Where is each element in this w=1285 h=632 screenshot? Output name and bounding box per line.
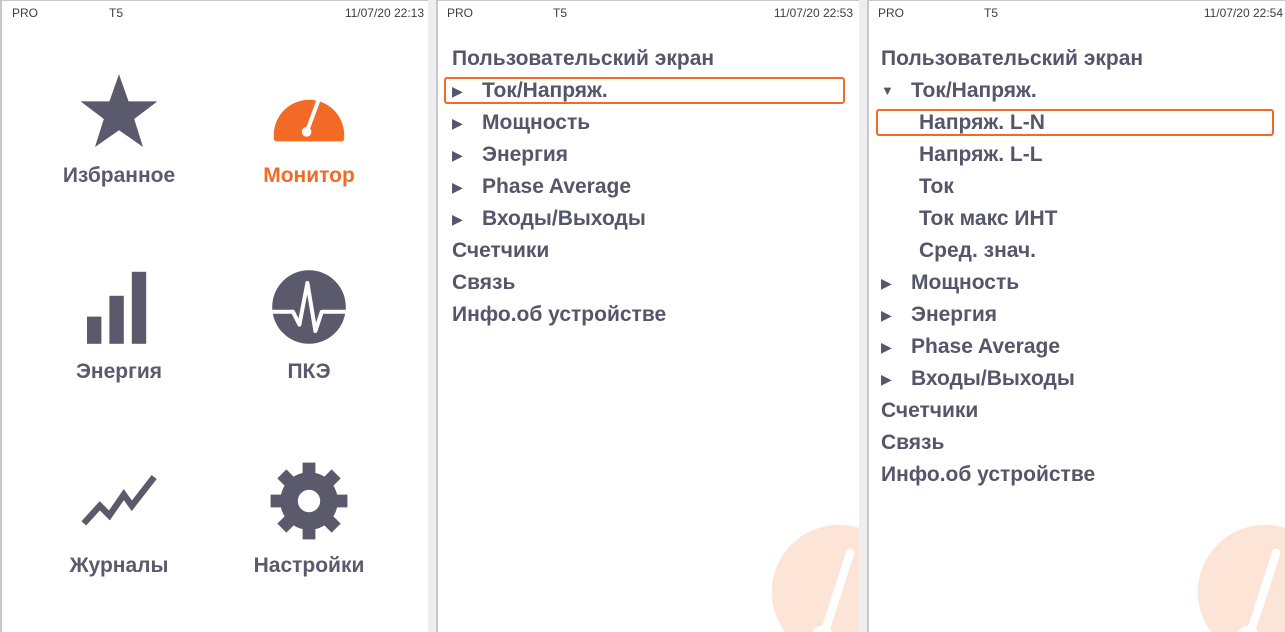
tile-label: Настройки [253, 554, 365, 577]
panel-divider [428, 0, 436, 632]
expand-right-icon: ▶ [452, 211, 463, 227]
menu-item-label: Связь [452, 271, 516, 294]
submenu-item-averages[interactable]: Сред. знач. [869, 235, 1285, 267]
menu-item-label: Ток/Напряж. [911, 79, 1037, 102]
menu-item-communication[interactable]: Связь [869, 427, 1285, 459]
menu-header: Пользовательский экран [438, 43, 859, 75]
tile-energy[interactable]: Энергия [24, 259, 214, 384]
collapse-down-icon: ▼ [881, 83, 894, 98]
bar-chart-icon [24, 259, 214, 354]
menu-item-device-info[interactable]: Инфо.об устройстве [438, 299, 859, 331]
submenu-item-voltage-ln[interactable]: Напряж. L-N [869, 107, 1285, 139]
menu-item-label: Инфо.об устройстве [881, 463, 1096, 486]
expand-right-icon: ▶ [881, 339, 892, 355]
menu-item-label: Входы/Выходы [482, 207, 646, 230]
menu-item-energy[interactable]: ▶ Энергия [438, 139, 859, 171]
menu-item-label: Входы/Выходы [911, 367, 1075, 390]
tile-favorites[interactable]: Избранное [24, 63, 214, 188]
tile-label: Монитор [263, 164, 355, 187]
menu-item-phase-average[interactable]: ▶ Phase Average [869, 331, 1285, 363]
submenu-item-current-max[interactable]: Ток макс ИНТ [869, 203, 1285, 235]
menu-item-current-voltage[interactable]: ▼ Ток/Напряж. [869, 75, 1285, 107]
menu-item-label: Счетчики [881, 399, 979, 422]
menu-item-label: Счетчики [452, 239, 550, 262]
menu-item-label: Мощность [482, 111, 591, 134]
menu-list: Пользовательский экран ▶ Ток/Напряж. ▶ М… [438, 43, 859, 331]
menu-item-label: Напряж. L-N [919, 111, 1045, 134]
menu-item-phase-average[interactable]: ▶ Phase Average [438, 171, 859, 203]
expand-right-icon: ▶ [881, 371, 892, 387]
menu-item-inputs-outputs[interactable]: ▶ Входы/Выходы [438, 203, 859, 235]
status-mode: PRO [447, 6, 474, 20]
menu-item-device-info[interactable]: Инфо.об устройстве [869, 459, 1285, 491]
panel-divider [859, 0, 867, 632]
tile-power-quality[interactable]: ПКЭ [214, 259, 404, 384]
menu-item-label: Энергия [482, 143, 569, 166]
menu-item-label: Ток [919, 175, 954, 198]
tile-label: Журналы [69, 554, 169, 577]
expand-right-icon: ▶ [881, 307, 892, 323]
menu-list: Пользовательский экран ▼ Ток/Напряж. Нап… [869, 43, 1285, 491]
star-icon [24, 63, 214, 158]
pulse-icon [214, 259, 404, 354]
menu-item-label: Ток/Напряж. [482, 79, 608, 102]
menu-item-inputs-outputs[interactable]: ▶ Входы/Выходы [869, 363, 1285, 395]
menu-item-label: Энергия [911, 303, 998, 326]
menu-item-communication[interactable]: Связь [438, 267, 859, 299]
menu-item-counters[interactable]: Счетчики [438, 235, 859, 267]
status-bar: PRO T5 11/07/20 22:13 [2, 1, 428, 21]
status-bar: PRO T5 11/07/20 22:54 [869, 1, 1285, 21]
gear-icon [214, 453, 404, 548]
tile-label: ПКЭ [287, 360, 331, 383]
tile-logs[interactable]: Журналы [24, 453, 214, 578]
gauge-icon [771, 524, 859, 632]
menu-item-power[interactable]: ▶ Мощность [438, 107, 859, 139]
status-mode: PRO [12, 6, 39, 20]
tile-label: Избранное [62, 164, 176, 187]
expand-right-icon: ▶ [452, 147, 463, 163]
menu-header: Пользовательский экран [869, 43, 1285, 75]
status-device: T5 [553, 6, 568, 20]
menu-item-counters[interactable]: Счетчики [869, 395, 1285, 427]
menu-item-label: Phase Average [911, 335, 1061, 358]
menu-item-label: Напряж. L-L [919, 143, 1043, 166]
menu-item-label: Мощность [911, 271, 1020, 294]
submenu-item-voltage-ll[interactable]: Напряж. L-L [869, 139, 1285, 171]
status-device: T5 [984, 6, 999, 20]
status-datetime: 11/07/20 22:13 [344, 6, 424, 20]
submenu-item-current[interactable]: Ток [869, 171, 1285, 203]
menu-item-label: Ток макс ИНТ [919, 207, 1058, 230]
expand-right-icon: ▶ [452, 179, 463, 195]
monitor-menu-expanded-panel: PRO T5 11/07/20 22:54 Пользовательский э… [867, 0, 1285, 632]
status-bar: PRO T5 11/07/20 22:53 [438, 1, 859, 21]
gauge-icon [1197, 524, 1285, 632]
menu-item-label: Инфо.об устройстве [452, 303, 667, 326]
tile-label: Энергия [75, 360, 163, 383]
menu-item-label: Phase Average [482, 175, 632, 198]
expand-right-icon: ▶ [452, 115, 463, 131]
menu-header-label: Пользовательский экран [452, 47, 715, 70]
trend-line-icon [24, 453, 214, 548]
status-datetime: 11/07/20 22:53 [773, 6, 853, 20]
status-mode: PRO [878, 6, 905, 20]
menu-header-label: Пользовательский экран [881, 47, 1144, 70]
gauge-icon [214, 63, 404, 158]
menu-item-current-voltage[interactable]: ▶ Ток/Напряж. [438, 75, 859, 107]
menu-item-label: Сред. знач. [919, 239, 1036, 262]
home-screen-panel: PRO T5 11/07/20 22:13 Избранное Монитор [0, 0, 428, 632]
status-datetime: 11/07/20 22:54 [1203, 6, 1283, 20]
menu-item-energy[interactable]: ▶ Энергия [869, 299, 1285, 331]
tile-monitor[interactable]: Монитор [214, 63, 404, 188]
tile-settings[interactable]: Настройки [214, 453, 404, 578]
expand-right-icon: ▶ [881, 275, 892, 291]
expand-right-icon: ▶ [452, 83, 463, 99]
monitor-menu-panel: PRO T5 11/07/20 22:53 Пользовательский э… [436, 0, 859, 632]
status-device: T5 [109, 6, 124, 20]
menu-item-power[interactable]: ▶ Мощность [869, 267, 1285, 299]
menu-item-label: Связь [881, 431, 945, 454]
